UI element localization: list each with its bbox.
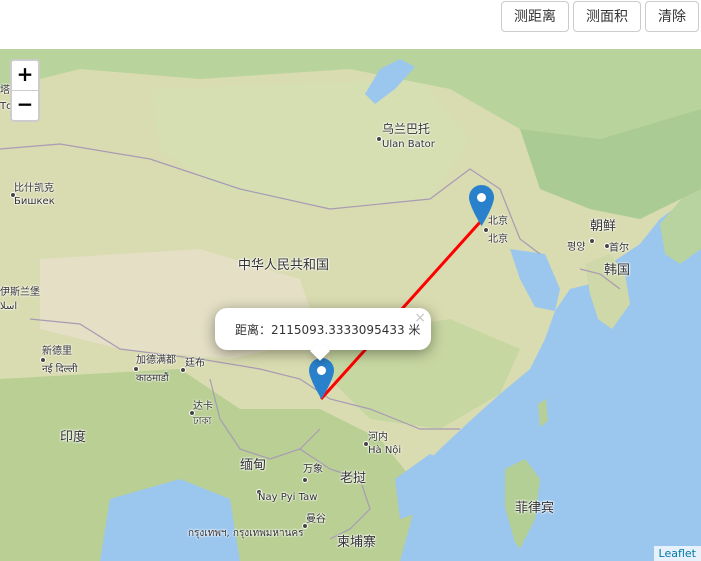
zoom-in-button[interactable]: + — [12, 61, 38, 91]
popup-distance-text: 距离：2115093.3333095433 米 — [235, 323, 421, 337]
measure-layer — [319, 219, 483, 401]
marker-icon — [309, 358, 334, 399]
map-marker-end[interactable] — [309, 358, 334, 399]
toolbar: 测距离 测面积 清除 — [0, 0, 701, 49]
clear-button[interactable]: 清除 — [645, 1, 699, 32]
marker-icon — [469, 185, 494, 226]
distance-popup: 距离：2115093.3333095433 米 × — [215, 308, 431, 361]
map-marker-beijing[interactable] — [469, 185, 494, 226]
map[interactable]: 乌兰巴托 Ulan Bator 比什凯克 Бишкек 塔什 Тош 伊斯兰堡 … — [0, 49, 701, 561]
zoom-control: + − — [10, 59, 40, 122]
measure-area-button[interactable]: 测面积 — [573, 1, 641, 32]
popup-close-button[interactable]: × — [414, 310, 426, 326]
zoom-out-button[interactable]: − — [12, 91, 38, 120]
attribution-link[interactable]: Leaflet — [653, 546, 701, 561]
measure-distance-button[interactable]: 测距离 — [501, 1, 569, 32]
